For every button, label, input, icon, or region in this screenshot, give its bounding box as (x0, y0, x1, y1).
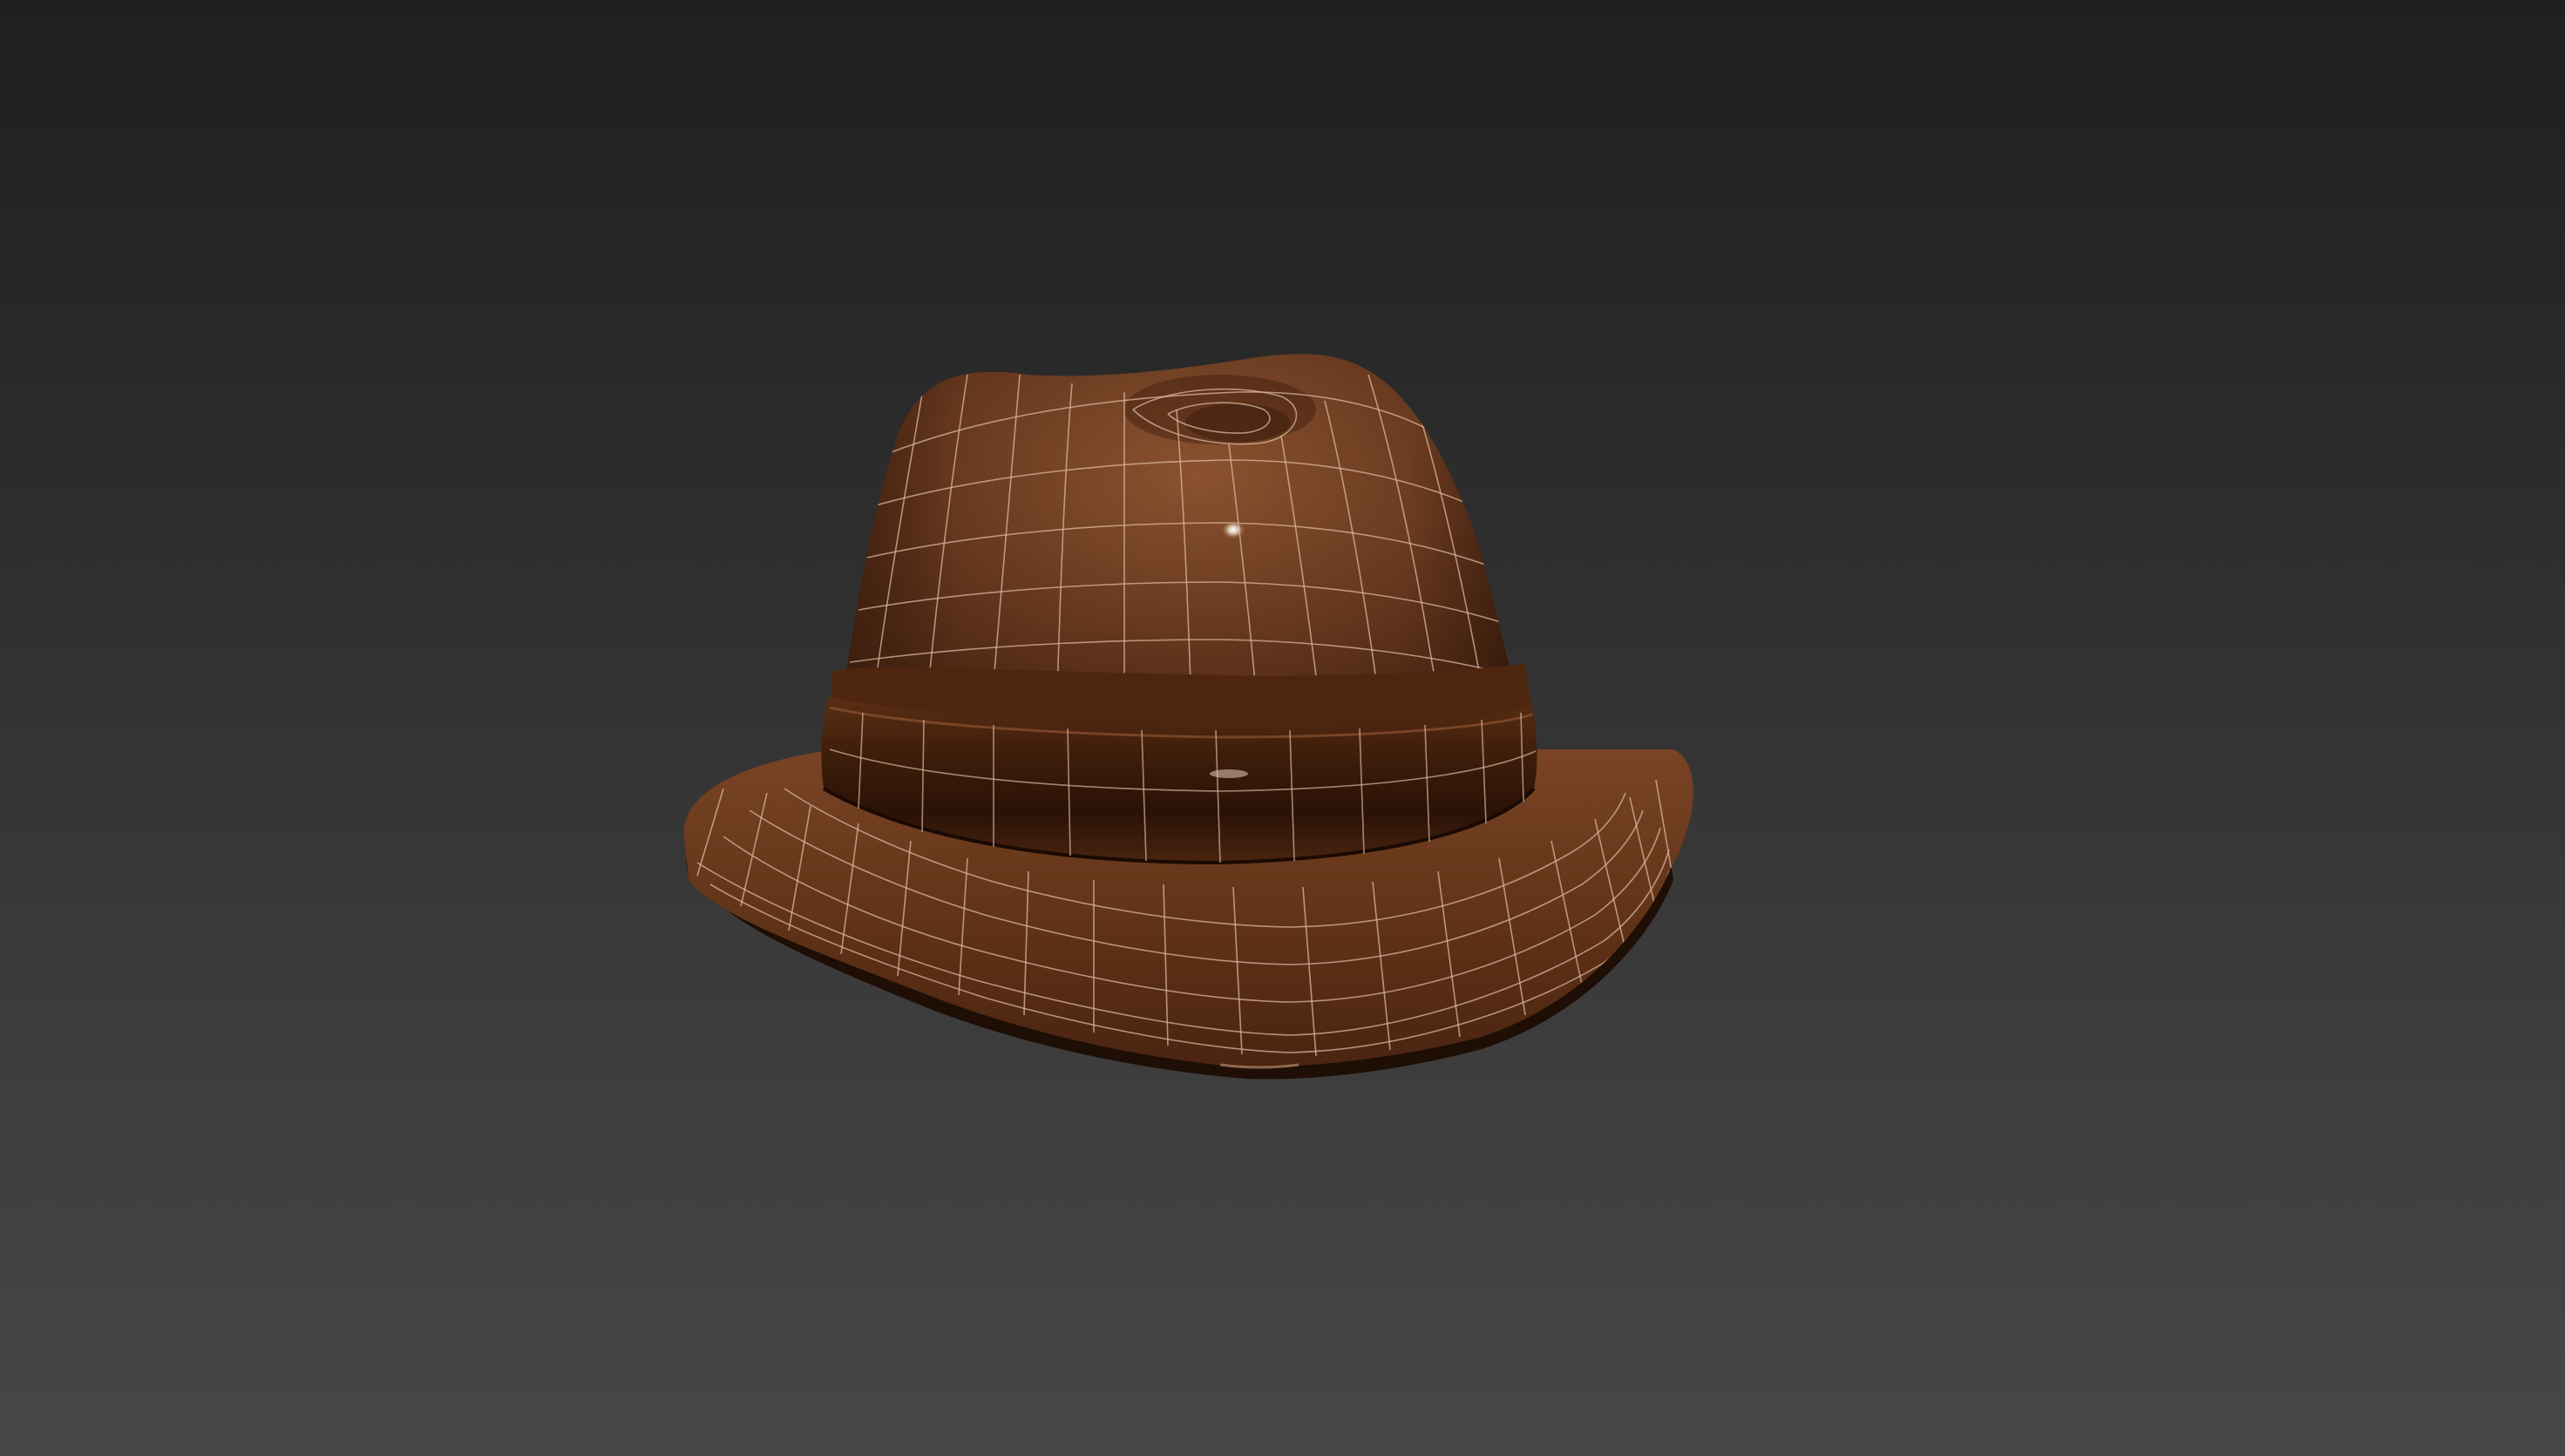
3d-viewport[interactable] (0, 0, 2565, 1456)
viewport-scene (683, 354, 1693, 1080)
specular-highlight (1221, 520, 1245, 539)
